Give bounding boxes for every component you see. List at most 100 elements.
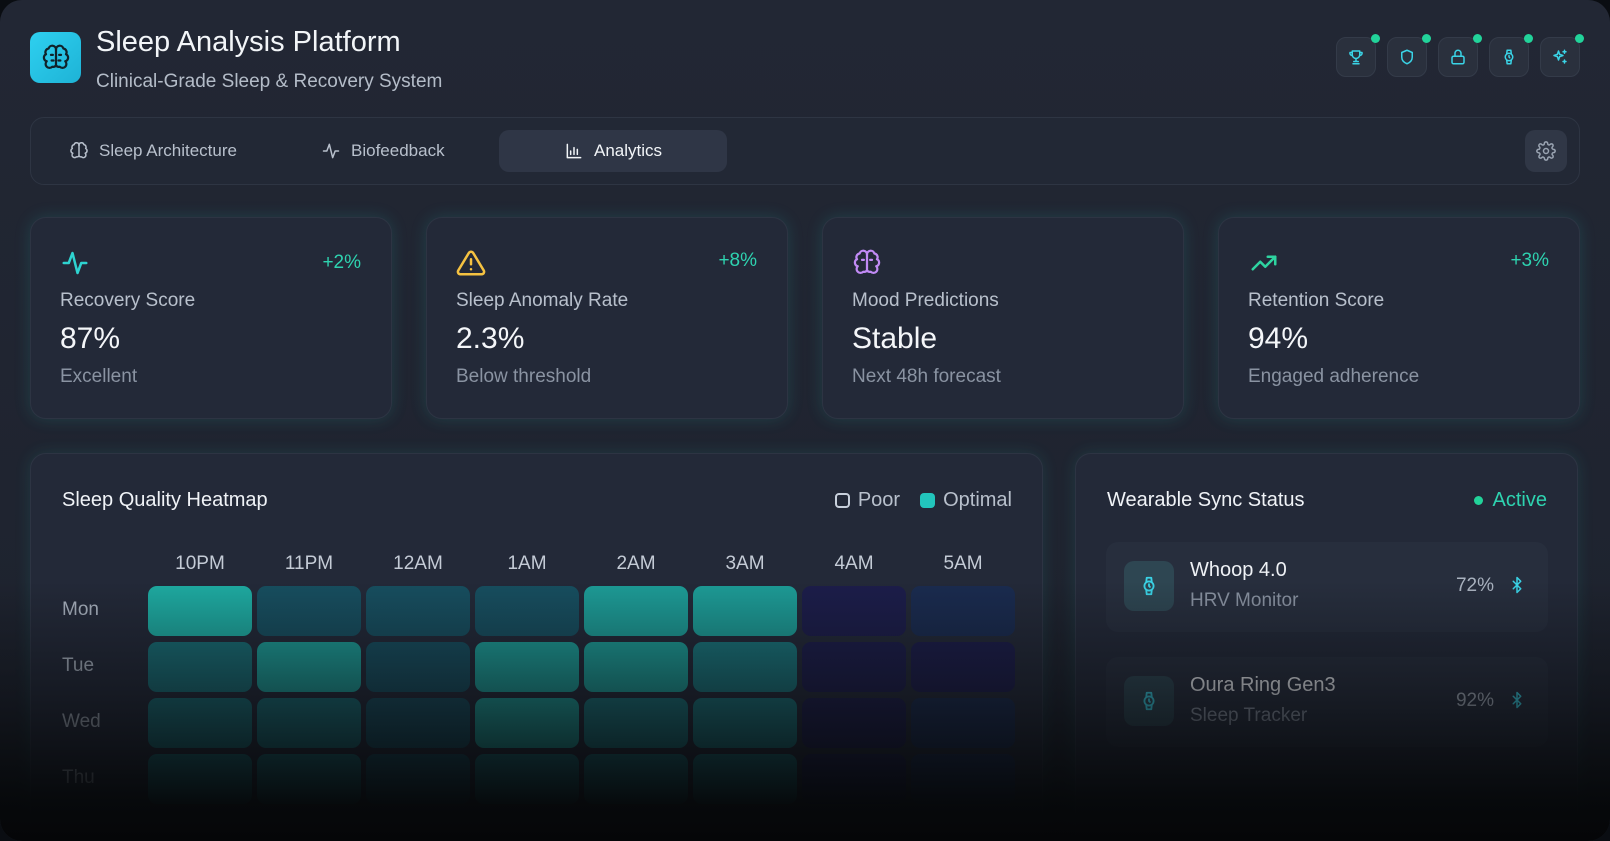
- header-actions: [1336, 34, 1584, 77]
- heatmap-cell[interactable]: [693, 586, 797, 636]
- heatmap-cell[interactable]: [584, 586, 688, 636]
- heatmap-cell[interactable]: [693, 698, 797, 748]
- heatmap-cell[interactable]: [911, 698, 1015, 748]
- bar-chart-icon: [566, 143, 582, 159]
- metric-subtext: Next 48h forecast: [852, 366, 1001, 387]
- device-row-whoop[interactable]: Whoop 4.0 HRV Monitor 72%: [1106, 542, 1548, 632]
- shield-icon: [1401, 49, 1413, 65]
- metric-card-recovery-score[interactable]: +2% Recovery Score 87% Excellent: [30, 217, 392, 419]
- watch-icon: [1143, 691, 1155, 711]
- heatmap-cell[interactable]: [366, 586, 470, 636]
- metric-subtext: Below threshold: [456, 366, 592, 387]
- metric-value: 2.3%: [456, 322, 525, 355]
- heatmap-cell[interactable]: [366, 698, 470, 748]
- heatmap-cell[interactable]: [911, 642, 1015, 692]
- heatmap-cell[interactable]: [475, 586, 579, 636]
- heatmap-cell[interactable]: [584, 698, 688, 748]
- trophy-icon: [1349, 50, 1363, 65]
- sparkles-icon: [1553, 49, 1567, 64]
- metric-label: Retention Score: [1248, 290, 1385, 311]
- heatmap-cell[interactable]: [693, 642, 797, 692]
- tab-analytics[interactable]: Analytics: [499, 130, 727, 172]
- settings-button[interactable]: [1525, 130, 1567, 172]
- notification-dot: [1473, 34, 1482, 43]
- heatmap-cell[interactable]: [366, 642, 470, 692]
- heatmap-hour-label: 3AM: [725, 553, 765, 574]
- heatmap-cell[interactable]: [584, 754, 688, 804]
- heatmap-cell[interactable]: [802, 642, 906, 692]
- heatmap-cell[interactable]: [257, 642, 361, 692]
- heatmap-hour-label: 10PM: [175, 553, 225, 574]
- sparkles-button[interactable]: [1540, 34, 1584, 77]
- heatmap-cell[interactable]: [802, 698, 906, 748]
- brain-icon: [70, 142, 88, 159]
- heatmap-day-label: Tue: [62, 655, 95, 676]
- heatmap-cell[interactable]: [584, 642, 688, 692]
- heatmap-cell[interactable]: [475, 642, 579, 692]
- metric-delta: +3%: [1510, 250, 1549, 271]
- heatmap-cell[interactable]: [366, 754, 470, 804]
- heatmap-cell[interactable]: [148, 642, 252, 692]
- heatmap-hour-label: 12AM: [393, 553, 443, 574]
- heatmap-cell[interactable]: [475, 698, 579, 748]
- heatmap-day-label: Wed: [62, 711, 101, 732]
- device-type: HRV Monitor: [1190, 590, 1299, 611]
- metric-card-retention-score[interactable]: +3% Retention Score 94% Engaged adherenc…: [1218, 217, 1580, 419]
- metric-card-mood-predictions[interactable]: Mood Predictions Stable Next 48h forecas…: [822, 217, 1184, 419]
- metric-subtext: Engaged adherence: [1248, 366, 1420, 387]
- heatmap-cell[interactable]: [257, 586, 361, 636]
- notification-dot: [1575, 34, 1584, 43]
- heatmap-cell[interactable]: [257, 754, 361, 804]
- activity-icon: [322, 143, 340, 159]
- metric-card-sleep-anomaly-rate[interactable]: +8% Sleep Anomaly Rate 2.3% Below thresh…: [426, 217, 788, 419]
- device-row-oura[interactable]: Oura Ring Gen3 Sleep Tracker 92%: [1106, 657, 1548, 747]
- heatmap-hour-label: 4AM: [834, 553, 874, 574]
- legend-swatch-optimal: [920, 493, 936, 508]
- bluetooth-icon: [1512, 576, 1522, 594]
- status-dot: [1473, 496, 1483, 505]
- heatmap-cell[interactable]: [802, 754, 906, 804]
- warning-icon: [456, 250, 486, 276]
- heatmap-cell[interactable]: [148, 586, 252, 636]
- heatmap-hour-label: 1AM: [507, 553, 547, 574]
- device-battery: 72%: [1455, 575, 1494, 596]
- watch-button[interactable]: [1489, 34, 1533, 77]
- heatmap-day-label: Mon: [62, 599, 99, 620]
- activity-icon: [62, 251, 88, 275]
- brain-icon: [853, 249, 881, 274]
- shield-button[interactable]: [1387, 34, 1431, 77]
- metric-label: Mood Predictions: [852, 290, 999, 311]
- tab-label: Biofeedback: [351, 141, 445, 160]
- heatmap-legend: Poor Optimal: [834, 489, 1012, 512]
- heatmap-cell[interactable]: [911, 754, 1015, 804]
- metric-label: Recovery Score: [60, 290, 196, 311]
- tab-biofeedback[interactable]: Biofeedback: [321, 130, 445, 172]
- heatmap-cell[interactable]: [257, 698, 361, 748]
- app-logo: [30, 32, 81, 83]
- watch-icon: [1504, 49, 1514, 65]
- notification-dot: [1371, 34, 1380, 43]
- lock-button[interactable]: [1438, 34, 1482, 77]
- tab-sleep-architecture[interactable]: Sleep Architecture: [69, 130, 237, 172]
- watch-icon: [1143, 576, 1155, 596]
- device-name: Oura Ring Gen3: [1190, 674, 1336, 696]
- heatmap-cell[interactable]: [802, 586, 906, 636]
- notification-dot: [1524, 34, 1533, 43]
- heatmap-cell[interactable]: [475, 754, 579, 804]
- heatmap-cell[interactable]: [148, 754, 252, 804]
- device-icon: [1124, 676, 1174, 726]
- heatmap-hour-label: 11PM: [284, 553, 334, 574]
- heatmap-cell[interactable]: [148, 698, 252, 748]
- bluetooth-icon: [1512, 691, 1522, 709]
- tab-label: Sleep Architecture: [99, 141, 237, 160]
- trophy-button[interactable]: [1336, 34, 1380, 77]
- sync-title: Wearable Sync Status: [1107, 489, 1305, 511]
- tab-bar: Sleep Architecture Biofeedback Analytics: [30, 117, 1580, 185]
- heatmap-cell[interactable]: [693, 754, 797, 804]
- heatmap-day-label: Thu: [62, 767, 95, 788]
- trending-up-icon: [1251, 255, 1277, 271]
- device-icon: [1124, 561, 1174, 611]
- heatmap-cell[interactable]: [911, 586, 1015, 636]
- device-name: Whoop 4.0: [1190, 559, 1287, 581]
- gear-icon: [1536, 141, 1556, 161]
